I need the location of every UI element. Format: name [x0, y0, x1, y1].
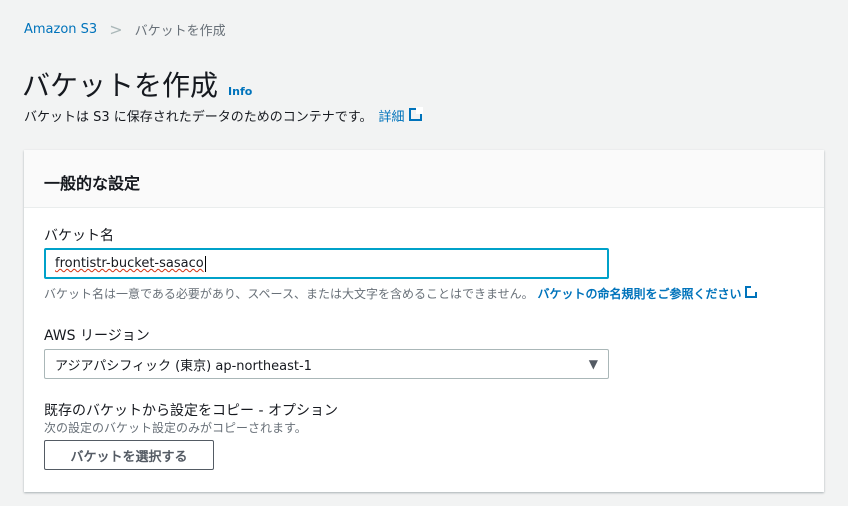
panel-title: 一般的な設定	[24, 150, 824, 208]
bucket-name-value: frontistr-bucket-sasaco	[55, 256, 204, 271]
description-text: バケットは S3 に保存されたデータのためのコンテナです。	[24, 110, 373, 125]
region-value: アジアパシフィック (東京) ap-northeast-1	[55, 358, 312, 374]
text-caret	[204, 255, 206, 272]
page-title: バケットを作成 Info	[22, 64, 252, 104]
page-description: バケットは S3 に保存されたデータのためのコンテナです。 詳細	[24, 106, 423, 125]
choose-bucket-button[interactable]: バケットを選択する	[44, 440, 214, 470]
chevron-right-icon: >	[109, 20, 123, 39]
caret-down-icon: ▼	[588, 357, 598, 371]
naming-rules-link[interactable]: バケットの命名規則をご参照ください	[537, 285, 759, 301]
bucket-name-input[interactable]: frontistr-bucket-sasaco	[44, 248, 609, 279]
info-link[interactable]: Info	[228, 85, 252, 98]
external-link-icon	[408, 107, 423, 121]
region-label: AWS リージョン	[44, 328, 150, 344]
breadcrumb-s3-link[interactable]: Amazon S3	[24, 22, 97, 37]
general-settings-panel: 一般的な設定 バケット名 frontistr-bucket-sasaco バケッ…	[24, 150, 824, 492]
breadcrumb-current: バケットを作成	[134, 24, 226, 39]
breadcrumb: Amazon S3 > バケットを作成	[24, 20, 226, 39]
external-link-icon	[745, 285, 759, 298]
bucket-name-hint: バケット名は一意である必要があり、スペース、または大文字を含めることはできません…	[44, 285, 759, 302]
details-link-text: 詳細	[378, 110, 405, 125]
region-select[interactable]: アジアパシフィック (東京) ap-northeast-1 ▼	[44, 349, 609, 379]
details-link[interactable]: 詳細	[378, 106, 423, 125]
copy-settings-description: 次の設定のバケット設定のみがコピーされます。	[44, 421, 307, 435]
copy-settings-label: 既存のバケットから設定をコピー - オプション	[44, 403, 338, 419]
naming-rules-text: バケットの命名規則をご参照ください	[537, 287, 742, 301]
hint-text: バケット名は一意である必要があり、スペース、または大文字を含めることはできません…	[44, 287, 534, 301]
bucket-name-label: バケット名	[44, 228, 114, 244]
page-title-text: バケットを作成	[22, 69, 219, 102]
